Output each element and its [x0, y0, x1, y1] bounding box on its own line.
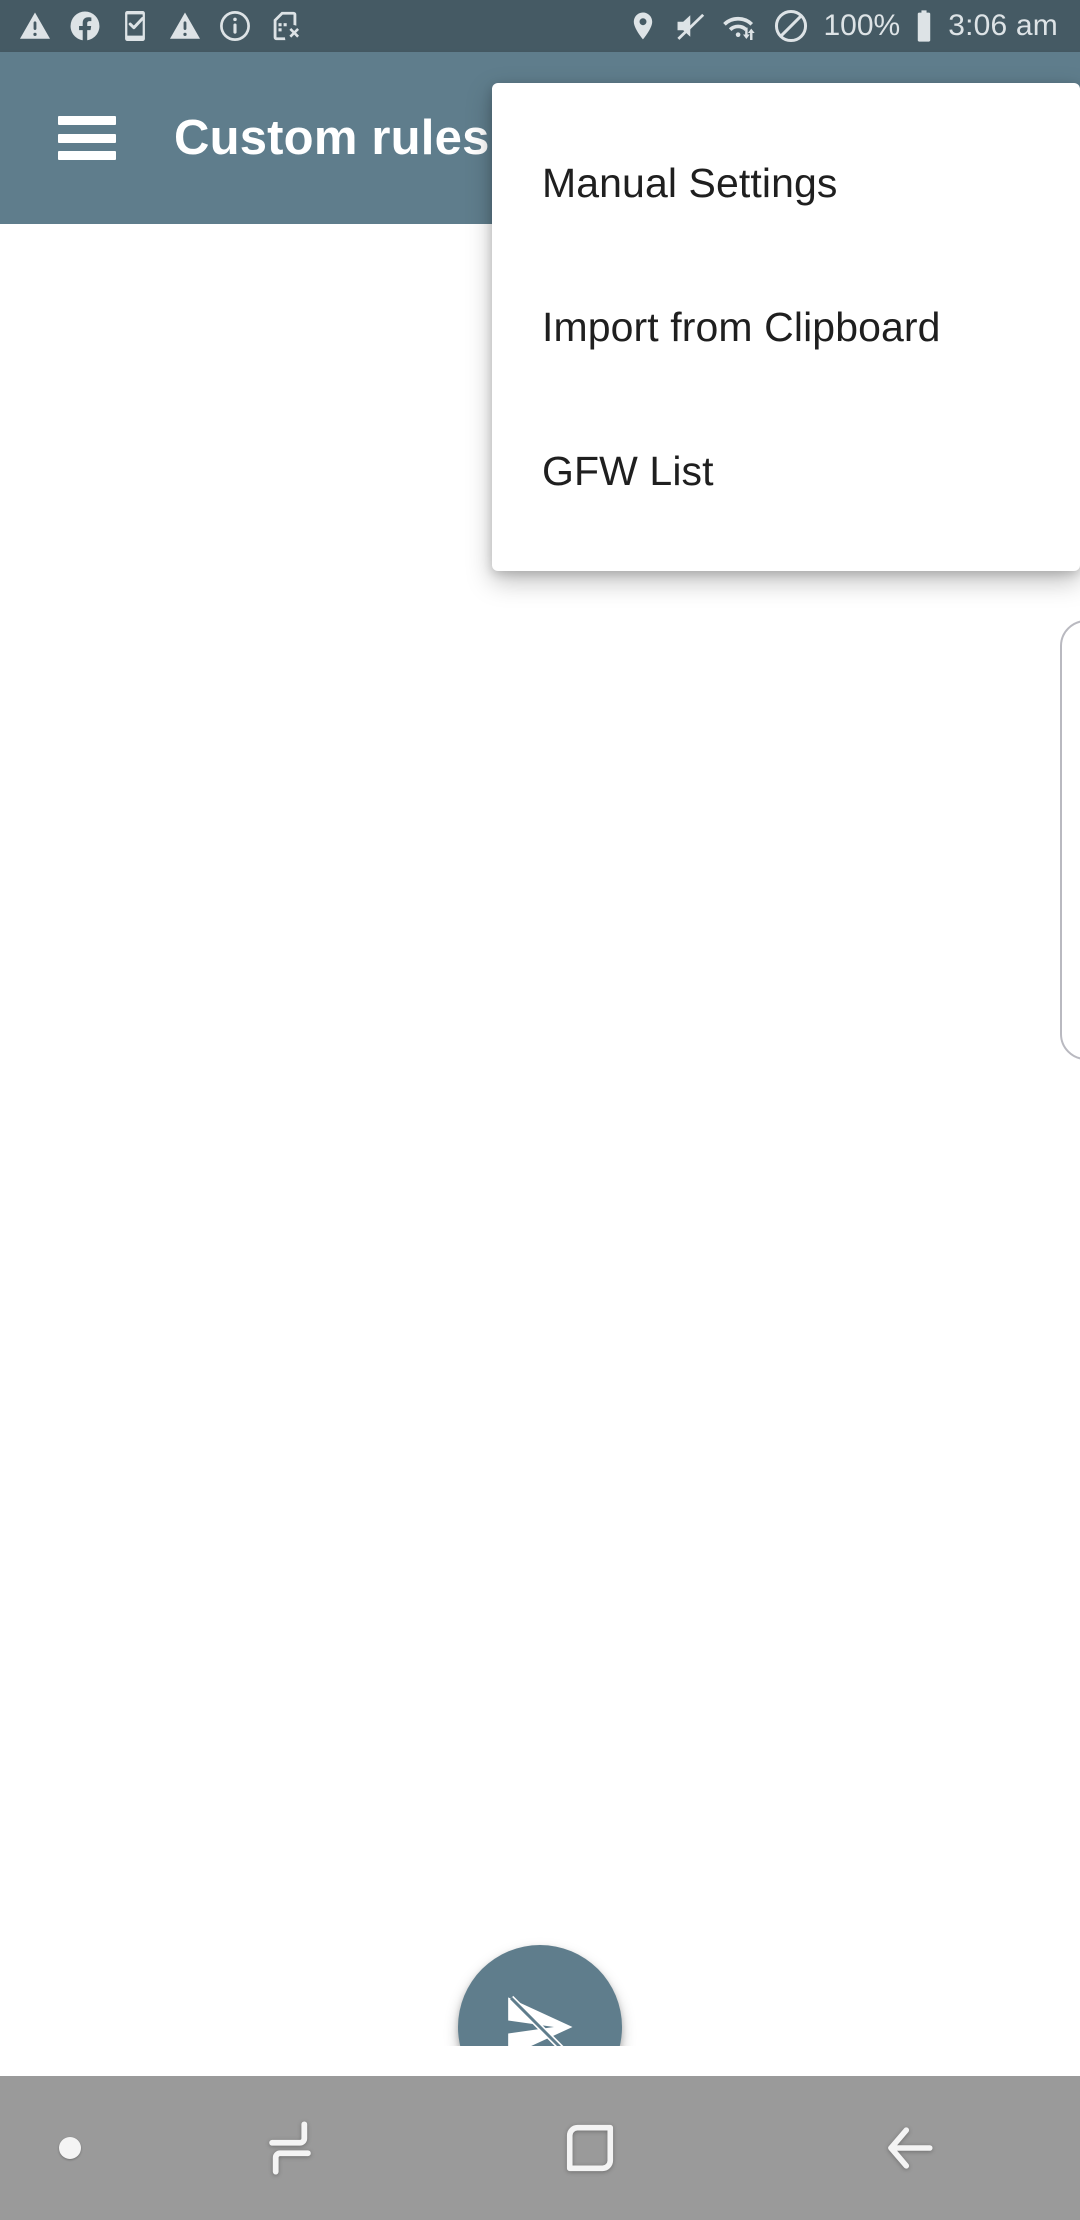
nav-back-button[interactable] — [740, 2076, 1080, 2220]
facebook-icon — [68, 9, 102, 43]
warning-triangle-icon — [18, 9, 52, 43]
sim-card-off-icon — [268, 9, 302, 43]
battery-percent-label: 100% — [823, 9, 901, 42]
overflow-popup-menu: Manual Settings Import from Clipboard GF… — [492, 83, 1080, 571]
menu-item-gfw-list[interactable]: GFW List — [492, 399, 1080, 543]
phone-check-icon — [118, 9, 152, 43]
clock-label: 3:06 am — [948, 9, 1058, 42]
battery-full-icon — [914, 9, 934, 43]
do-not-disturb-icon — [773, 8, 809, 44]
hamburger-menu-icon[interactable] — [58, 116, 116, 160]
status-bar: 100% 3:06 am — [0, 0, 1080, 52]
swap-icon — [269, 2121, 311, 2175]
hamburger-bar-2 — [58, 133, 116, 143]
info-circle-icon — [218, 9, 252, 43]
wifi-transfer-icon — [721, 9, 759, 43]
page-title: Custom rules — [174, 111, 490, 165]
app-screen: 100% 3:06 am Custom rules Manual Setting… — [0, 0, 1080, 2220]
square-home-icon — [566, 2124, 614, 2172]
menu-item-manual-settings[interactable]: Manual Settings — [492, 111, 1080, 255]
hamburger-bar-1 — [58, 116, 116, 125]
warning-triangle-icon-2 — [168, 9, 202, 43]
connect-fab-button[interactable] — [458, 1945, 622, 2046]
nav-switch-button[interactable] — [140, 2076, 440, 2220]
location-pin-icon — [627, 10, 659, 42]
nav-dot-indicator — [0, 2076, 140, 2220]
back-arrow-icon — [888, 2127, 933, 2169]
send-disabled-icon — [508, 1995, 573, 2046]
dot-icon — [59, 2137, 81, 2159]
offscreen-card-edge — [1060, 620, 1080, 1060]
system-navigation-bar — [0, 2076, 1080, 2220]
status-bar-left-icons — [18, 9, 302, 43]
menu-item-import-from-clipboard[interactable]: Import from Clipboard — [492, 255, 1080, 399]
volume-mute-icon — [673, 9, 707, 43]
status-bar-right-icons: 100% 3:06 am — [627, 8, 1058, 44]
hamburger-bar-3 — [58, 151, 116, 160]
nav-home-button[interactable] — [440, 2076, 740, 2220]
